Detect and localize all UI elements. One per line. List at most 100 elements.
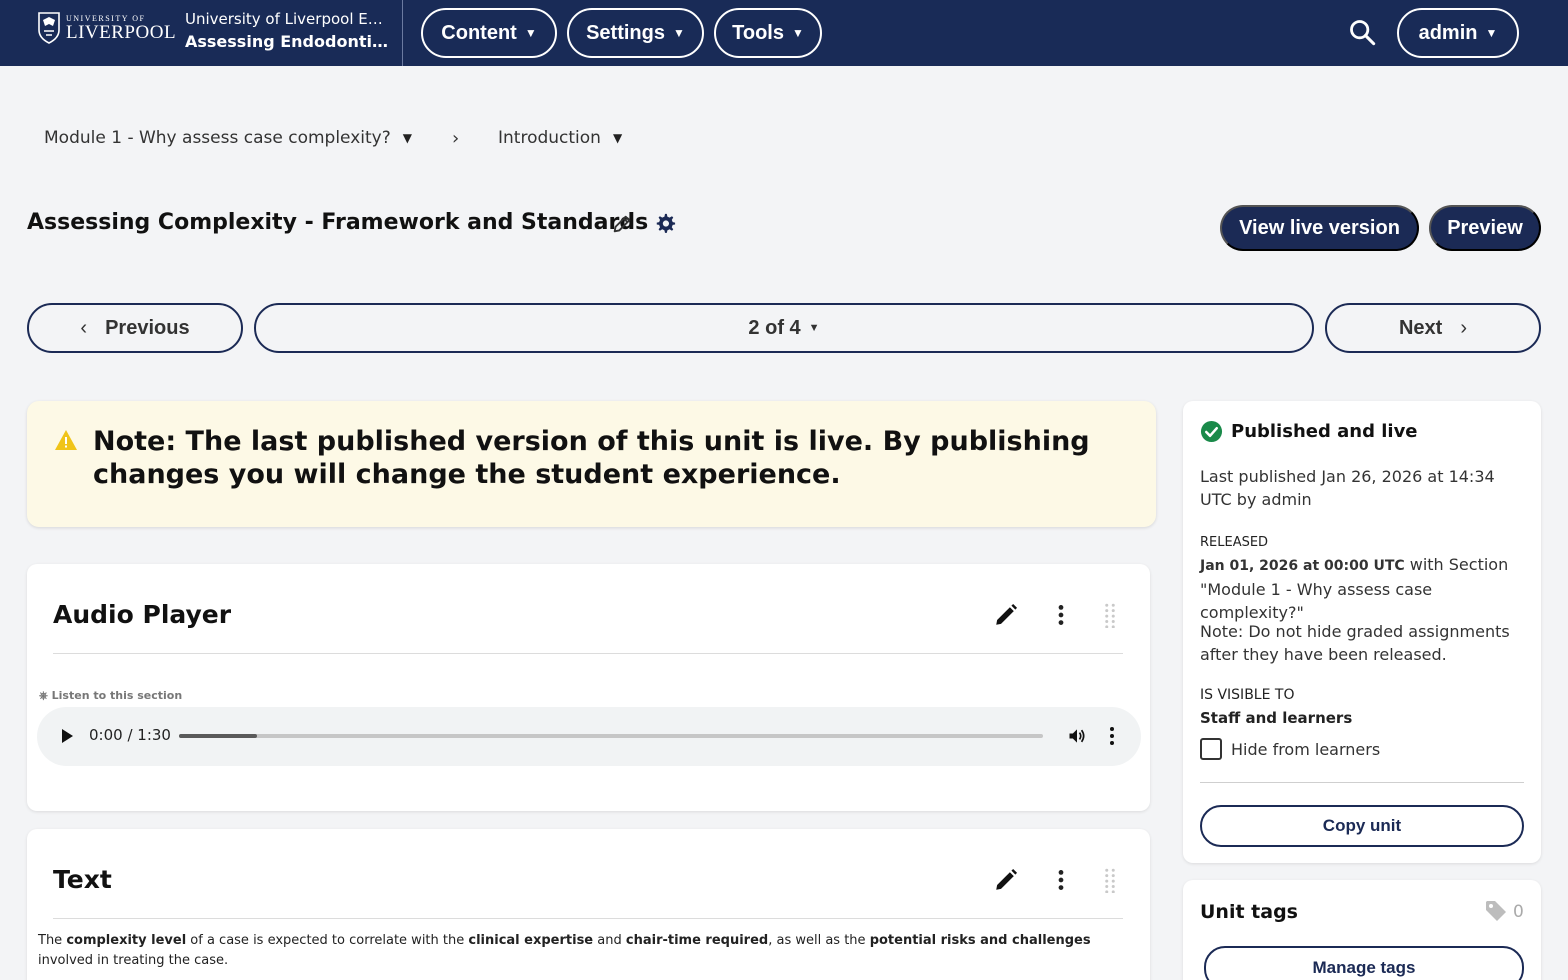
last-published-text: Last published Jan 26, 2026 at 14:34 UTC…: [1200, 467, 1495, 509]
status-heading: Published and live: [1200, 420, 1418, 443]
sidebar-divider: [1200, 782, 1524, 783]
edit-icon[interactable]: [993, 602, 1019, 628]
user-name: admin: [1418, 21, 1478, 44]
visible-to-value: Staff and learners: [1200, 709, 1353, 727]
chevron-down-icon: ▼: [1485, 26, 1498, 40]
drag-handle-icon[interactable]: [1097, 602, 1123, 628]
hide-from-learners-toggle[interactable]: Hide from learners: [1200, 738, 1380, 760]
text-block-body: The complexity level of a case is expect…: [38, 931, 1128, 971]
previous-unit-button[interactable]: ‹ Previous: [27, 303, 243, 353]
volume-icon[interactable]: [1067, 726, 1087, 746]
unit-tags-card: Unit tags 0 Manage tags: [1183, 880, 1541, 980]
manage-tags-button[interactable]: Manage tags: [1204, 946, 1524, 980]
content-menu-button[interactable]: Content ▼: [421, 8, 557, 58]
text-span: of a case is expected to correlate with …: [186, 933, 469, 948]
chevron-down-icon: ▼: [673, 26, 685, 40]
warning-icon: [55, 430, 77, 450]
block-divider: [53, 653, 1123, 654]
released-label: RELEASED: [1200, 535, 1269, 550]
play-icon[interactable]: [59, 727, 75, 745]
more-options-icon[interactable]: [1048, 867, 1074, 893]
released-section: "Module 1 - Why assess case complexity?": [1200, 580, 1433, 622]
audio-label-text: Listen to this section: [51, 689, 183, 702]
block-divider: [53, 918, 1123, 919]
caret-down-icon: ▼: [612, 131, 623, 145]
audio-player: 0:00 / 1:30: [37, 707, 1141, 766]
breadcrumb-subsection-label: Introduction: [498, 128, 601, 148]
tag-icon: [1486, 901, 1506, 921]
headphones-icon: ⎈: [39, 689, 48, 702]
released-date: Jan 01, 2026 at 00:00 UTC: [1200, 558, 1405, 574]
hide-from-learners-checkbox[interactable]: [1200, 738, 1222, 760]
audio-more-icon[interactable]: [1106, 726, 1118, 746]
text-bold-span: chair-time required: [625, 933, 769, 948]
publish-status-card: Published and live Last published Jan 26…: [1183, 401, 1541, 863]
logo-big-text: LIVERPOOL: [66, 21, 177, 43]
content-menu-label: Content: [441, 21, 517, 44]
course-info: University of Liverpool EN... Assessing …: [185, 10, 390, 51]
status-label: Published and live: [1231, 421, 1418, 442]
check-circle-icon: [1200, 420, 1223, 443]
next-label: Next: [1398, 316, 1443, 339]
page-title: Assessing Complexity - Framework and Sta…: [27, 210, 649, 235]
tools-menu-label: Tools: [732, 21, 784, 44]
caret-down-icon: ▼: [402, 131, 412, 145]
header-divider: [402, 0, 403, 66]
block-title: Text: [53, 865, 112, 894]
preview-button[interactable]: Preview: [1429, 205, 1541, 251]
visible-to-label: IS VISIBLE TO: [1200, 687, 1295, 703]
chevron-left-icon: ‹: [80, 316, 88, 339]
released-with: with Section: [1404, 555, 1509, 574]
audio-player-block: Audio Player ⎈ Listen to this section 0:…: [27, 564, 1150, 811]
more-options-icon[interactable]: [1048, 602, 1074, 628]
settings-menu-label: Settings: [586, 21, 665, 44]
chevron-down-icon: ▼: [524, 26, 537, 40]
chevron-right-icon: ›: [452, 128, 460, 149]
text-bold-span: clinical expertise: [468, 933, 594, 948]
crest-icon: [38, 12, 60, 44]
settings-menu-button[interactable]: Settings ▼: [567, 8, 704, 58]
text-span: The: [38, 933, 67, 948]
course-name: Assessing Endodonti...: [185, 32, 390, 51]
copy-unit-button[interactable]: Copy unit: [1200, 805, 1524, 847]
audio-progress-track[interactable]: [179, 734, 1043, 738]
warning-text: Note: The last published version of this…: [93, 426, 1090, 490]
unit-tags-title: Unit tags: [1200, 901, 1298, 923]
hide-from-learners-label: Hide from learners: [1231, 739, 1381, 759]
breadcrumb-section-dropdown[interactable]: Module 1 - Why assess case complexity? ▼: [44, 128, 412, 148]
next-unit-button[interactable]: Next ›: [1325, 303, 1541, 353]
chevron-right-icon: ›: [1460, 316, 1468, 339]
text-span: and: [593, 933, 626, 948]
tag-count: 0: [1513, 902, 1524, 922]
previous-label: Previous: [105, 316, 190, 339]
university-logo[interactable]: UNIVERSITY OF LIVERPOOL: [38, 12, 176, 44]
gear-icon[interactable]: [654, 212, 676, 234]
release-note: Note: Do not hide graded assignments aft…: [1200, 622, 1510, 664]
edit-icon[interactable]: [993, 867, 1019, 893]
chevron-down-icon: ▼: [808, 322, 820, 334]
breadcrumb-section-label: Module 1 - Why assess case complexity?: [44, 128, 391, 148]
audio-time: 0:00 / 1:30: [89, 726, 171, 744]
course-org: University of Liverpool EN...: [185, 10, 390, 28]
tools-menu-button[interactable]: Tools ▼: [714, 8, 822, 58]
text-bold-span: complexity level: [66, 933, 187, 948]
top-navigation-bar: UNIVERSITY OF LIVERPOOL University of Li…: [0, 0, 1568, 66]
released-info: Jan 01, 2026 at 00:00 UTC with Section "…: [1200, 553, 1525, 624]
view-live-version-button[interactable]: View live version: [1220, 205, 1419, 251]
text-block: Text The complexity level of a case is e…: [27, 829, 1150, 980]
breadcrumb-subsection-dropdown[interactable]: Introduction ▼: [498, 128, 622, 148]
audio-label: ⎈ Listen to this section: [39, 689, 182, 703]
chevron-down-icon: ▼: [791, 26, 804, 40]
unit-position-label: 2 of 4: [748, 316, 801, 339]
block-title: Audio Player: [53, 600, 232, 629]
audio-progress-fill: [179, 734, 257, 738]
published-warning-banner: Note: The last published version of this…: [27, 401, 1156, 527]
drag-handle-icon[interactable]: [1097, 867, 1123, 893]
text-span: involved in treating the case.: [38, 953, 229, 968]
unit-position-dropdown[interactable]: 2 of 4 ▼: [254, 303, 1314, 353]
text-bold-span: potential risks and challenges: [869, 933, 1091, 948]
search-icon[interactable]: [1348, 18, 1376, 46]
edit-title-icon[interactable]: [611, 213, 633, 235]
user-menu-button[interactable]: admin ▼: [1397, 8, 1519, 58]
text-span: , as well as the: [768, 933, 870, 948]
